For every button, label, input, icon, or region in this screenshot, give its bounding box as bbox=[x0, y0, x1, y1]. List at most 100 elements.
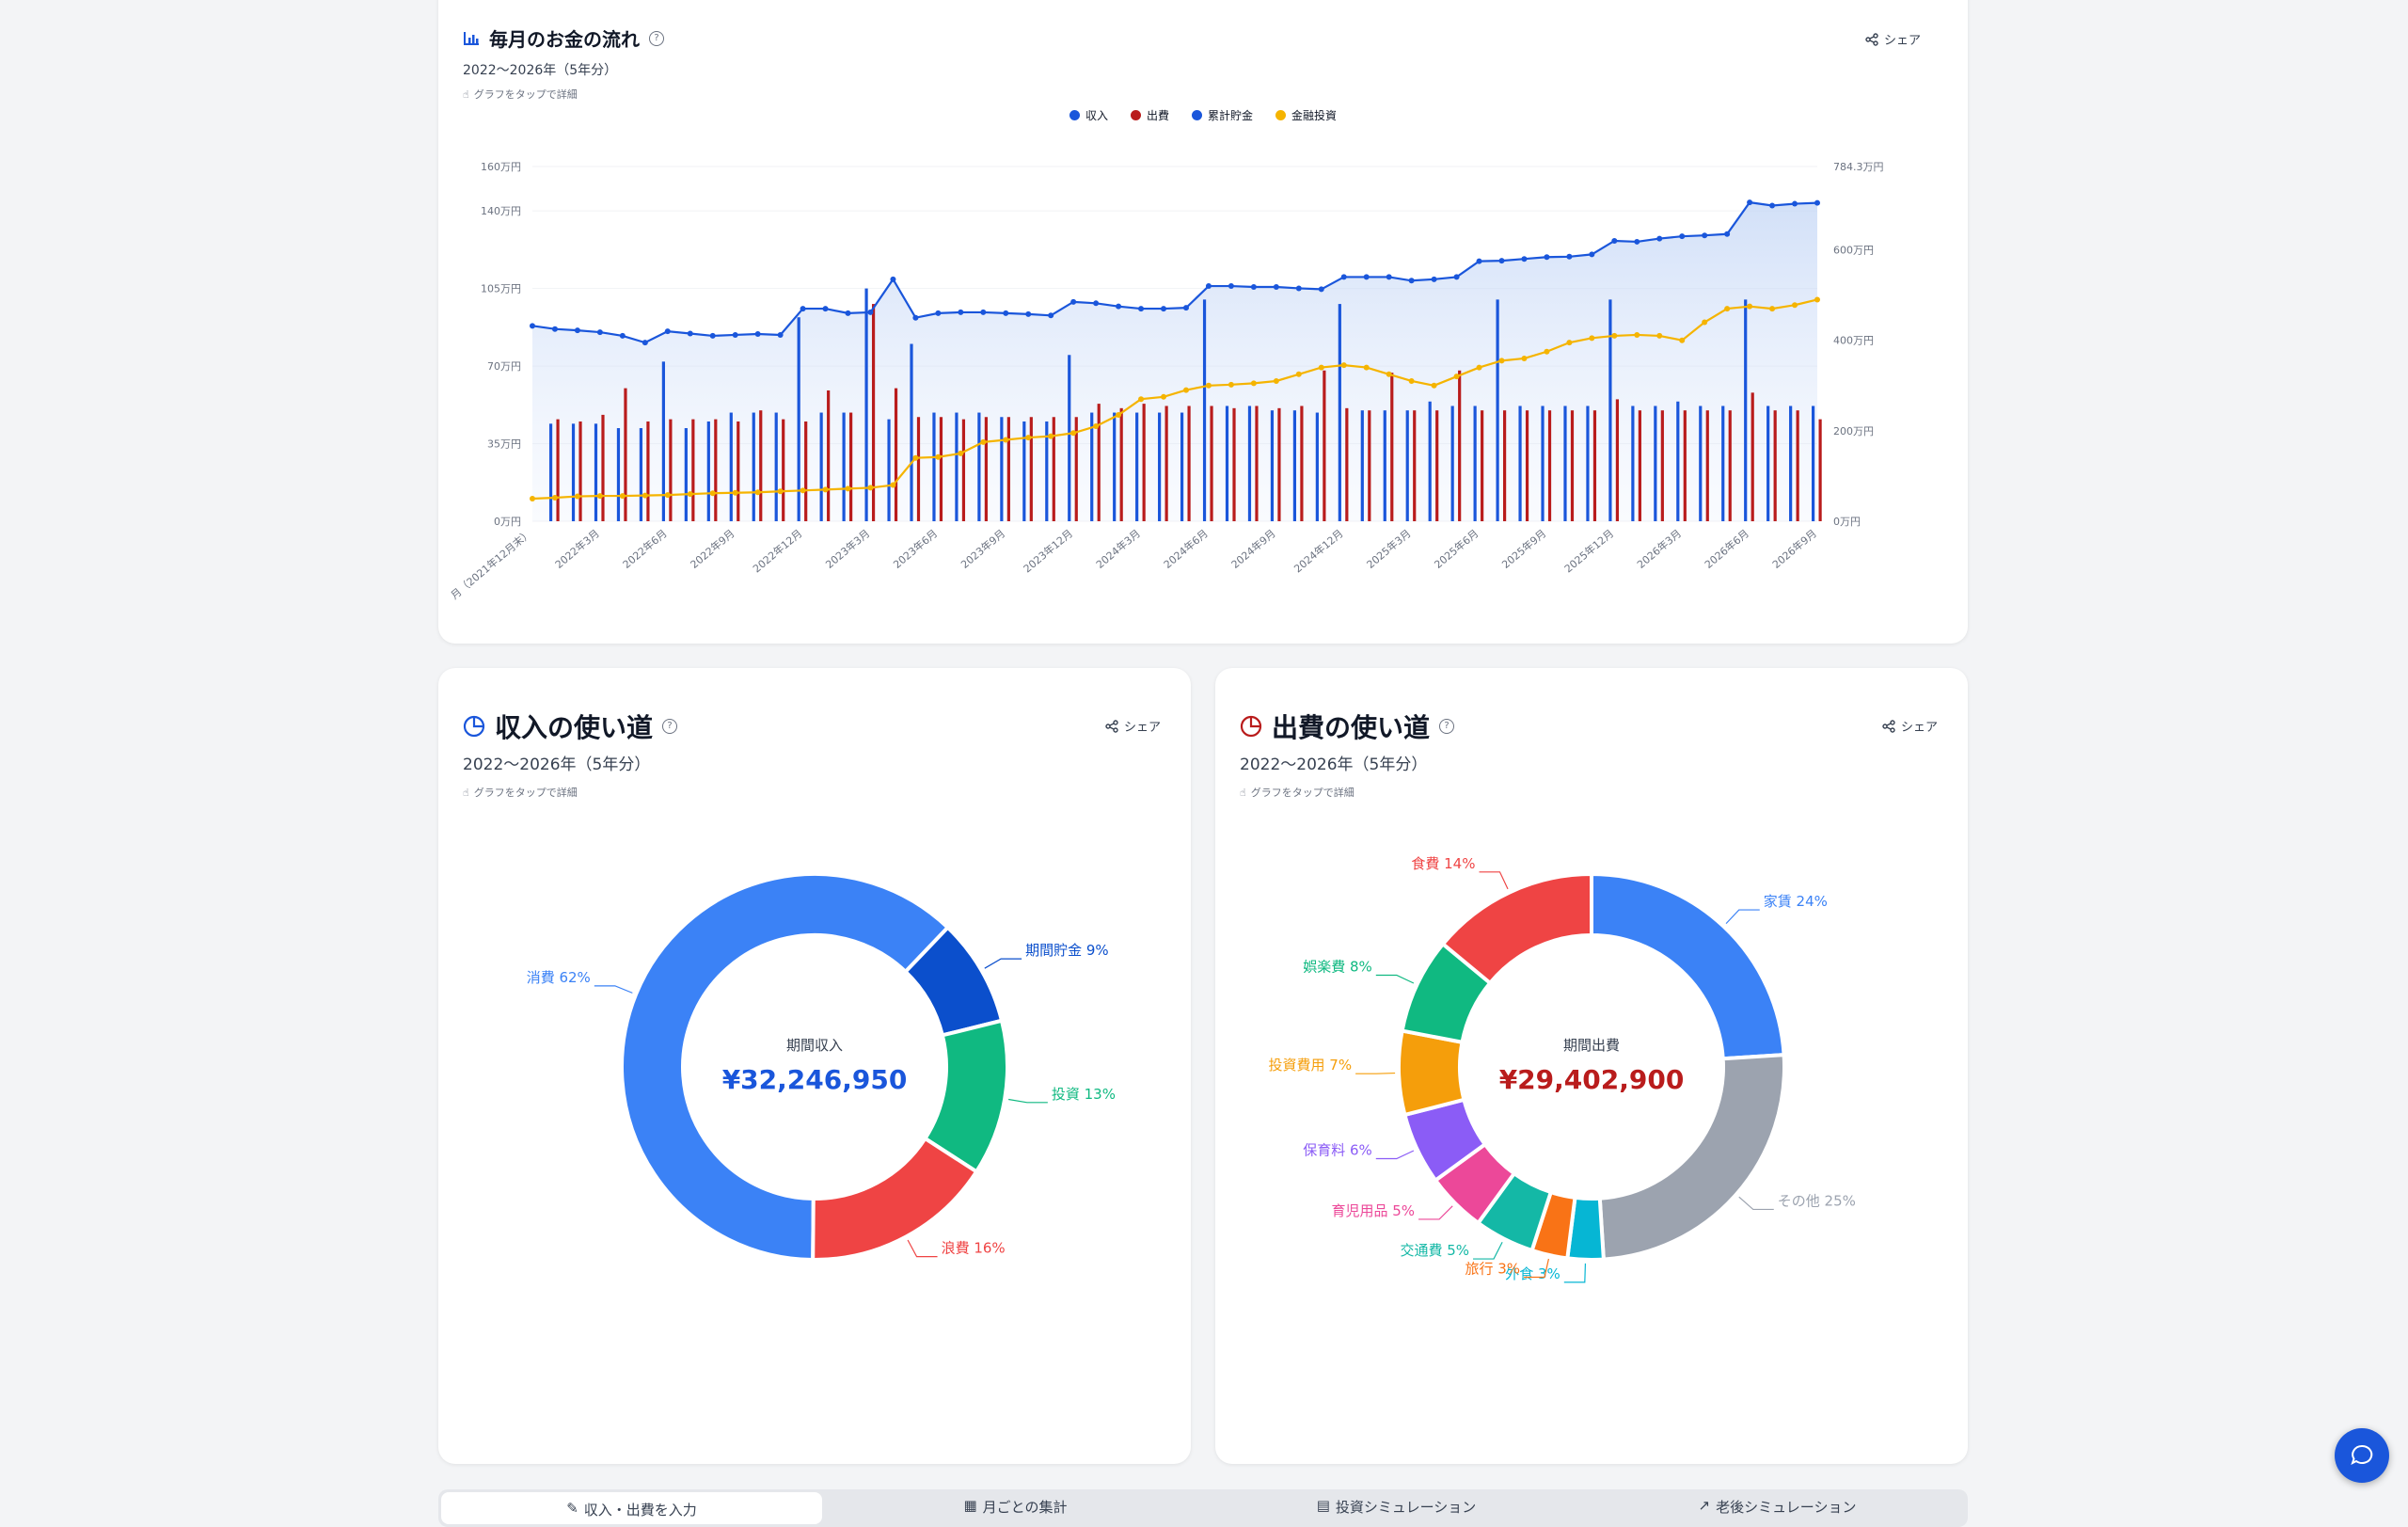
investment-point[interactable] bbox=[1408, 377, 1415, 384]
investment-point[interactable] bbox=[1747, 303, 1753, 310]
savings-point[interactable] bbox=[1003, 310, 1009, 316]
income-bar[interactable] bbox=[1608, 299, 1612, 521]
tab-retire-sim[interactable]: ↗ 老後シミュレーション bbox=[1587, 1489, 1968, 1527]
savings-point[interactable] bbox=[1273, 284, 1279, 291]
savings-point[interactable] bbox=[1814, 199, 1820, 206]
expense-bar[interactable] bbox=[894, 388, 898, 521]
expense-bar[interactable] bbox=[1773, 410, 1777, 521]
income-bar[interactable] bbox=[819, 412, 823, 521]
investment-point[interactable] bbox=[1295, 371, 1302, 377]
investment-point[interactable] bbox=[912, 454, 919, 461]
investment-point[interactable] bbox=[1182, 387, 1189, 393]
expense-bar[interactable] bbox=[1255, 406, 1259, 521]
income-bar[interactable] bbox=[706, 421, 710, 521]
expense-bar[interactable] bbox=[624, 388, 627, 521]
expense-bar[interactable] bbox=[1277, 407, 1281, 521]
investment-point[interactable] bbox=[1769, 306, 1776, 312]
investment-point[interactable] bbox=[1498, 358, 1505, 364]
income-bar[interactable] bbox=[887, 419, 891, 521]
investment-point[interactable] bbox=[1611, 332, 1618, 339]
savings-point[interactable] bbox=[1566, 253, 1573, 260]
income-bar[interactable] bbox=[1518, 406, 1522, 521]
expense-bar[interactable] bbox=[1232, 407, 1236, 521]
income-bar[interactable] bbox=[955, 412, 958, 521]
investment-point[interactable] bbox=[732, 489, 738, 496]
expense-bar[interactable] bbox=[691, 419, 695, 521]
expense-bar[interactable] bbox=[737, 421, 740, 521]
tab-monthly[interactable]: ▦ 月ごとの集計 bbox=[825, 1489, 1206, 1527]
investment-point[interactable] bbox=[867, 485, 874, 491]
investment-point[interactable] bbox=[958, 450, 964, 456]
investment-point[interactable] bbox=[551, 495, 558, 501]
income-bar[interactable] bbox=[1000, 417, 1004, 521]
investment-point[interactable] bbox=[1702, 319, 1708, 326]
investment-point[interactable] bbox=[664, 492, 671, 499]
savings-point[interactable] bbox=[1295, 285, 1302, 292]
investment-point[interactable] bbox=[1634, 331, 1640, 338]
savings-point[interactable] bbox=[1544, 254, 1550, 261]
income-bar[interactable] bbox=[1135, 412, 1139, 521]
investment-point[interactable] bbox=[1521, 355, 1528, 361]
donut-slice[interactable] bbox=[1397, 1028, 1466, 1118]
savings-point[interactable] bbox=[1161, 306, 1167, 312]
expense-bar[interactable] bbox=[759, 410, 763, 521]
savings-point[interactable] bbox=[1093, 300, 1100, 307]
income-bar[interactable] bbox=[639, 428, 643, 521]
investment-point[interactable] bbox=[935, 453, 942, 460]
investment-point[interactable] bbox=[800, 487, 806, 494]
monthly-flow-chart[interactable]: 0万円 35万円 70万円 105万円 140万円 160万円 0万円 200万円 400万円 6… bbox=[438, 0, 1968, 644]
savings-point[interactable] bbox=[574, 327, 580, 334]
expense-bar[interactable] bbox=[1728, 410, 1732, 521]
investment-point[interactable] bbox=[709, 490, 716, 497]
investment-point[interactable] bbox=[619, 493, 626, 500]
savings-point[interactable] bbox=[1769, 202, 1776, 209]
income-bar[interactable] bbox=[1766, 406, 1770, 521]
savings-point[interactable] bbox=[530, 323, 535, 329]
investment-point[interactable] bbox=[1386, 371, 1392, 377]
savings-point[interactable] bbox=[1138, 306, 1145, 312]
income-bar[interactable] bbox=[1744, 299, 1748, 521]
investment-point[interactable] bbox=[1792, 302, 1798, 309]
expense-bar[interactable] bbox=[1413, 410, 1417, 521]
expense-bar[interactable] bbox=[984, 417, 988, 521]
savings-point[interactable] bbox=[1634, 238, 1640, 245]
savings-point[interactable] bbox=[1431, 276, 1437, 282]
investment-point[interactable] bbox=[1138, 396, 1145, 403]
income-bar[interactable] bbox=[1563, 406, 1567, 521]
income-bar[interactable] bbox=[571, 423, 576, 521]
savings-point[interactable] bbox=[1250, 284, 1257, 291]
income-bar[interactable] bbox=[1428, 401, 1432, 521]
savings-point[interactable] bbox=[890, 276, 896, 282]
savings-point[interactable] bbox=[1724, 231, 1731, 237]
income-bar[interactable] bbox=[1338, 304, 1341, 521]
investment-point[interactable] bbox=[1116, 412, 1122, 419]
savings-point[interactable] bbox=[551, 326, 558, 332]
income-bar[interactable] bbox=[729, 412, 733, 521]
income-bar[interactable] bbox=[548, 423, 553, 521]
savings-point[interactable] bbox=[1070, 298, 1077, 305]
savings-point[interactable] bbox=[1702, 232, 1708, 239]
expense-bar[interactable] bbox=[1345, 407, 1349, 521]
savings-point[interactable] bbox=[754, 330, 761, 337]
savings-point[interactable] bbox=[958, 309, 964, 315]
investment-point[interactable] bbox=[1453, 374, 1460, 380]
savings-point[interactable] bbox=[619, 332, 626, 339]
income-bar[interactable] bbox=[774, 412, 778, 521]
savings-point[interactable] bbox=[642, 340, 648, 346]
savings-point[interactable] bbox=[1498, 258, 1505, 264]
expense-bar[interactable] bbox=[1368, 410, 1371, 521]
savings-point[interactable] bbox=[867, 309, 874, 315]
expense-bar[interactable] bbox=[1683, 410, 1687, 521]
investment-point[interactable] bbox=[845, 485, 851, 492]
expense-bar[interactable] bbox=[1119, 407, 1123, 521]
income-bar[interactable] bbox=[1541, 406, 1545, 521]
expense-bar[interactable] bbox=[1052, 417, 1055, 521]
investment-point[interactable] bbox=[1093, 423, 1100, 430]
expense-bar[interactable] bbox=[669, 419, 673, 521]
income-bar[interactable] bbox=[752, 412, 755, 521]
expense-bar[interactable] bbox=[1300, 406, 1304, 521]
income-bar[interactable] bbox=[594, 423, 598, 521]
income-bar[interactable] bbox=[864, 288, 868, 521]
savings-point[interactable] bbox=[596, 329, 603, 336]
savings-point[interactable] bbox=[912, 314, 919, 321]
